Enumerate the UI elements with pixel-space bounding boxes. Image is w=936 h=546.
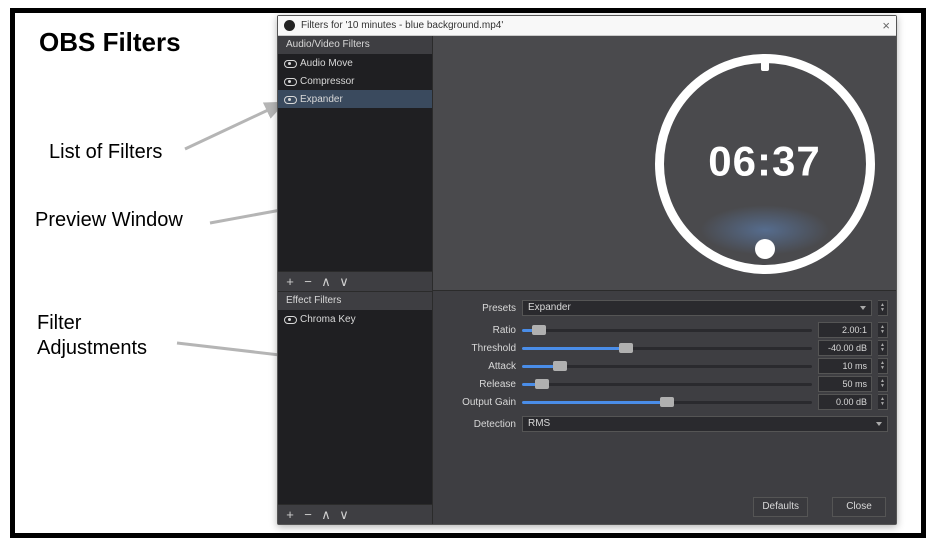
effect-filters-list[interactable]: Chroma Key (278, 310, 432, 504)
detection-label: Detection (441, 419, 516, 430)
move-effect-up-button[interactable]: ∧ (318, 507, 334, 523)
param-stepper[interactable]: ▲▼ (878, 322, 888, 338)
param-stepper[interactable]: ▲▼ (878, 376, 888, 392)
param-label: Threshold (441, 343, 516, 354)
preset-select[interactable]: Expander (522, 300, 872, 316)
param-stepper[interactable]: ▲▼ (878, 340, 888, 356)
visibility-eye-icon[interactable] (284, 314, 295, 325)
preview-window: 06:37 (433, 36, 896, 291)
detection-select[interactable]: RMS (522, 416, 888, 432)
dialog-bottom-bar: Defaults Close (433, 490, 896, 524)
add-filter-button[interactable]: + (282, 274, 298, 290)
param-slider[interactable] (522, 358, 812, 374)
effect-filter-label: Chroma Key (300, 314, 356, 325)
add-effect-button[interactable]: + (282, 507, 298, 523)
param-slider[interactable] (522, 394, 812, 410)
param-stepper[interactable]: ▲▼ (878, 358, 888, 374)
audio-video-filters-panel: Audio/Video Filters Audio Move Compressor… (278, 36, 433, 291)
effect-filter-item[interactable]: Chroma Key (278, 310, 432, 328)
preset-label: Presets (441, 303, 516, 314)
obs-logo-icon (284, 20, 295, 31)
av-filters-header: Audio/Video Filters (278, 36, 432, 54)
av-filter-label: Compressor (300, 76, 354, 87)
param-slider[interactable] (522, 322, 812, 338)
av-filter-item[interactable]: Compressor (278, 72, 432, 90)
av-filter-label: Expander (300, 94, 343, 105)
effect-filters-header: Effect Filters (278, 292, 432, 310)
param-label: Output Gain (441, 397, 516, 408)
av-filter-label: Audio Move (300, 58, 353, 69)
param-row: Release 50 ms ▲▼ (441, 375, 888, 393)
effect-filters-toolbar: + − ∧ ∨ (278, 504, 432, 524)
preset-row: Presets Expander ▲▼ (441, 299, 888, 317)
preview-timer: 06:37 (655, 54, 875, 274)
av-filters-list[interactable]: Audio Move Compressor Expander (278, 54, 432, 271)
move-up-button[interactable]: ∧ (318, 274, 334, 290)
visibility-eye-icon[interactable] (284, 76, 295, 87)
filter-settings-panel: Presets Expander ▲▼ Ratio2.00:1▲▼Thresho… (433, 291, 896, 490)
dialog-title: Filters for '10 minutes - blue backgroun… (301, 20, 860, 31)
detection-row: Detection RMS (441, 415, 888, 433)
av-filter-item[interactable]: Audio Move (278, 54, 432, 72)
slide-title: OBS Filters (39, 27, 181, 58)
param-value[interactable]: 0.00 dB (818, 394, 872, 410)
param-slider[interactable] (522, 376, 812, 392)
param-value[interactable]: 2.00:1 (818, 322, 872, 338)
visibility-eye-icon[interactable] (284, 94, 295, 105)
effect-filters-panel: Effect Filters Chroma Key + − ∧ ∨ (278, 291, 433, 524)
av-filter-item[interactable]: Expander (278, 90, 432, 108)
av-filters-toolbar: + − ∧ ∨ (278, 271, 432, 291)
param-row: Threshold -40.00 dB ▲▼ (441, 339, 888, 357)
timer-marker-dot (755, 239, 775, 259)
preset-stepper[interactable]: ▲▼ (878, 300, 888, 316)
defaults-button[interactable]: Defaults (753, 497, 808, 517)
annotation-preview-window: Preview Window (35, 209, 183, 232)
slide-frame: OBS Filters List of Filters Preview Wind… (10, 8, 926, 538)
param-value[interactable]: 10 ms (818, 358, 872, 374)
param-value[interactable]: 50 ms (818, 376, 872, 392)
close-icon[interactable]: × (860, 18, 890, 33)
param-slider[interactable] (522, 340, 812, 356)
timer-crown-icon (761, 57, 769, 71)
timer-time-value: 06:37 (708, 138, 820, 186)
remove-filter-button[interactable]: − (300, 274, 316, 290)
annotation-list-of-filters: List of Filters (49, 141, 162, 164)
move-effect-down-button[interactable]: ∨ (336, 507, 352, 523)
param-label: Ratio (441, 325, 516, 336)
param-stepper[interactable]: ▲▼ (878, 394, 888, 410)
param-value[interactable]: -40.00 dB (818, 340, 872, 356)
move-down-button[interactable]: ∨ (336, 274, 352, 290)
param-label: Release (441, 379, 516, 390)
param-row: Output Gain 0.00 dB ▲▼ (441, 393, 888, 411)
param-row: Attack 10 ms ▲▼ (441, 357, 888, 375)
filters-dialog: Filters for '10 minutes - blue backgroun… (277, 15, 897, 525)
annotation-filter-adjustments: Filter Adjustments (37, 311, 147, 361)
param-label: Attack (441, 361, 516, 372)
dialog-titlebar[interactable]: Filters for '10 minutes - blue backgroun… (278, 16, 896, 36)
param-row: Ratio 2.00:1 ▲▼ (441, 321, 888, 339)
visibility-eye-icon[interactable] (284, 58, 295, 69)
close-button[interactable]: Close (832, 497, 886, 517)
remove-effect-button[interactable]: − (300, 507, 316, 523)
